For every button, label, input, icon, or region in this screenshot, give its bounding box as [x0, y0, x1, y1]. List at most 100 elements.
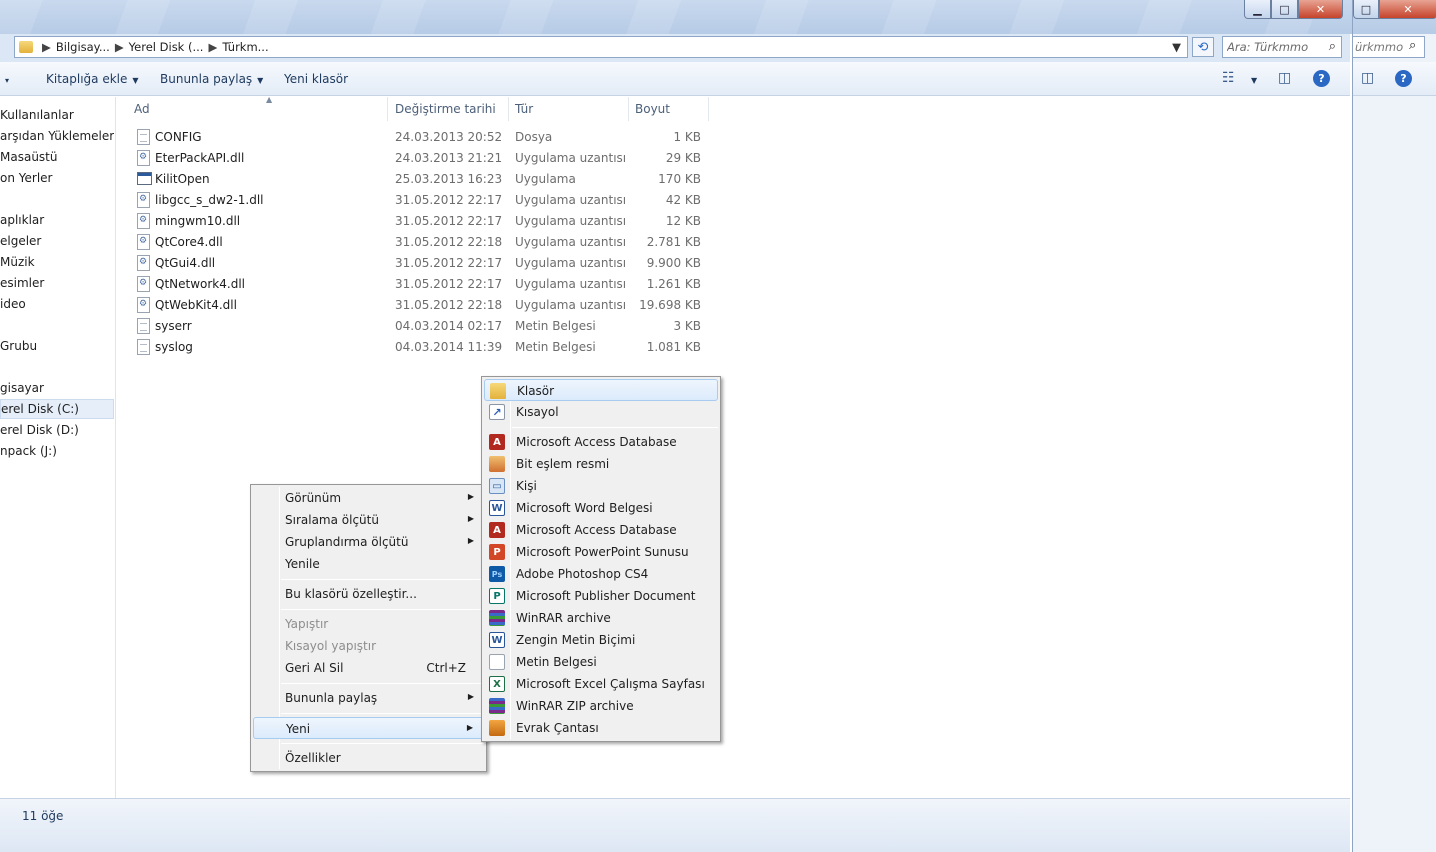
background-close-button[interactable]: ✕ — [1379, 0, 1436, 19]
nav-item-unpack-j[interactable]: npack (J:) — [0, 442, 114, 462]
refresh-button[interactable]: ⟲ — [1192, 37, 1214, 57]
minimize-button[interactable]: ▁ — [1244, 0, 1271, 19]
window-controls: ▁ □ ✕ — [1244, 0, 1343, 20]
menu-item-new-powerpoint[interactable]: P Microsoft PowerPoint Sunusu — [484, 541, 718, 563]
menu-item-new-briefcase[interactable]: Evrak Çantası — [484, 717, 718, 739]
menu-item-new-access-database-2[interactable]: A Microsoft Access Database — [484, 519, 718, 541]
menu-item-share-with[interactable]: Bununla paylaş ▶ — [253, 687, 484, 709]
menu-item-new-access-database[interactable]: A Microsoft Access Database — [484, 431, 718, 453]
nav-item-local-disk-d[interactable]: erel Disk (D:) — [0, 421, 114, 441]
nav-item-videos[interactable]: ideo — [0, 295, 114, 315]
chevron-right-icon[interactable]: ▶ — [42, 40, 51, 54]
menu-item-new-text-document[interactable]: Metin Belgesi — [484, 651, 718, 673]
text-file-icon — [137, 339, 150, 355]
submenu-arrow-icon: ▶ — [467, 692, 474, 701]
menu-item-refresh[interactable]: Yenile — [253, 553, 484, 575]
background-maximize-button[interactable]: □ — [1353, 0, 1379, 19]
help-icon[interactable]: ? — [1313, 70, 1330, 87]
new-folder-button[interactable]: Yeni klasör — [284, 72, 348, 86]
maximize-button[interactable]: □ — [1271, 0, 1298, 19]
add-to-library-button[interactable]: Kitaplığa ekle ▼ — [46, 72, 139, 86]
menu-item-new-bitmap[interactable]: Bit eşlem resmi — [484, 453, 718, 475]
navigation-pane[interactable]: Kullanılanlar arşıdan Yüklemeler Masaüst… — [0, 97, 116, 798]
menu-item-new[interactable]: Yeni ▶ — [253, 717, 484, 739]
address-dropdown-icon[interactable]: ▼ — [1172, 40, 1181, 54]
file-row[interactable]: syslog 04.03.2014 11:39 Metin Belgesi 1.081… — [131, 337, 711, 358]
menu-item-new-publisher[interactable]: P Microsoft Publisher Document — [484, 585, 718, 607]
preview-pane-icon[interactable]: ◫ — [1361, 70, 1374, 86]
file-row[interactable]: QtWebKit4.dll31.05.2012 22:18Uygulama uz… — [131, 295, 711, 316]
menu-item-new-shortcut[interactable]: ↗ Kısayol — [484, 401, 718, 423]
menu-item-customize-folder[interactable]: Bu klasörü özelleştir... — [253, 583, 484, 605]
menu-separator — [512, 427, 718, 428]
nav-item-desktop[interactable]: Masaüstü — [0, 148, 114, 168]
column-header-size[interactable]: Boyut — [629, 97, 709, 121]
submenu-arrow-icon: ▶ — [466, 723, 473, 732]
window-title-bar[interactable] — [0, 0, 1436, 34]
menu-item-paste-shortcut[interactable]: Kısayol yapıştır — [253, 635, 484, 657]
rtf-icon: W — [489, 632, 505, 648]
organize-dropdown-arrow[interactable]: ▾ — [0, 72, 9, 86]
chevron-right-icon[interactable]: ▶ — [115, 40, 124, 54]
file-row[interactable]: QtCore4.dll31.05.2012 22:18Uygulama uzan… — [131, 232, 711, 253]
nav-item-computer[interactable]: gisayar — [0, 379, 114, 399]
menu-item-undo-delete[interactable]: Geri Al Sil Ctrl+Z — [253, 657, 484, 679]
search-input[interactable] — [1227, 38, 1319, 56]
menu-item-new-folder[interactable]: Klasör — [484, 379, 718, 401]
view-options-icon[interactable]: ☷ — [1222, 70, 1235, 86]
nav-item-libraries[interactable]: aplıklar — [0, 211, 114, 231]
address-bar[interactable]: ▶ Bilgisay... ▶ Yerel Disk (... ▶ Türkm.… — [14, 36, 1188, 58]
chevron-right-icon[interactable]: ▶ — [208, 40, 217, 54]
file-row[interactable]: CONFIG 24.03.2013 20:52 Dosya 1 KB — [131, 127, 711, 148]
menu-item-view[interactable]: Görünüm ▶ — [253, 487, 484, 509]
nav-item-favorites[interactable]: Kullanılanlar — [0, 106, 114, 126]
file-row[interactable]: libgcc_s_dw2-1.dll31.05.2012 22:17Uygula… — [131, 190, 711, 211]
nav-item-documents[interactable]: elgeler — [0, 232, 114, 252]
nav-item-pictures[interactable]: esimler — [0, 274, 114, 294]
column-header-type[interactable]: Tür — [509, 97, 629, 121]
file-row[interactable]: QtNetwork4.dll31.05.2012 22:17Uygulama u… — [131, 274, 711, 295]
close-button[interactable]: ✕ — [1298, 0, 1343, 19]
menu-item-new-winrar-zip[interactable]: WinRAR ZIP archive — [484, 695, 718, 717]
nav-item-downloads[interactable]: arşıdan Yüklemeler — [0, 127, 114, 147]
nav-item-homegroup[interactable]: Grubu — [0, 337, 114, 357]
menu-item-new-rtf[interactable]: W Zengin Metin Biçimi — [484, 629, 718, 651]
file-row[interactable]: EterPackAPI.dll24.03.2013 21:21Uygulama … — [131, 148, 711, 169]
share-with-button[interactable]: Bununla paylaş ▼ — [160, 72, 263, 86]
view-dropdown-arrow[interactable]: ▼ — [1246, 72, 1257, 86]
menu-item-group-by[interactable]: Gruplandırma ölçütü ▶ — [253, 531, 484, 553]
nav-item-music[interactable]: Müzik — [0, 253, 114, 273]
nav-item-recent-places[interactable]: on Yerler — [0, 169, 114, 189]
submenu-arrow-icon: ▶ — [467, 492, 474, 501]
breadcrumb-local-disk[interactable]: Yerel Disk (... — [129, 40, 204, 54]
menu-separator — [281, 609, 484, 610]
menu-item-new-winrar[interactable]: WinRAR archive — [484, 607, 718, 629]
new-submenu: Klasör ↗ Kısayol A Microsoft Access Databa… — [481, 376, 721, 742]
search-icon[interactable]: ⌕ — [1409, 38, 1416, 53]
menu-item-new-contact[interactable]: ▭ Kişi — [484, 475, 718, 497]
publisher-icon: P — [489, 588, 505, 604]
column-header-date-modified[interactable]: Değiştirme tarihi — [389, 97, 509, 121]
dll-file-icon — [137, 192, 150, 208]
file-icon — [137, 129, 150, 145]
preview-pane-icon[interactable]: ◫ — [1278, 70, 1291, 86]
menu-item-new-word-document[interactable]: W Microsoft Word Belgesi — [484, 497, 718, 519]
file-row[interactable]: syserr 04.03.2014 02:17 Metin Belgesi 3 KB — [131, 316, 711, 337]
search-box[interactable]: ⌕ — [1222, 36, 1342, 58]
search-icon[interactable]: ⌕ — [1329, 39, 1336, 54]
background-window: □ ✕ ürkmmo ⌕ ◫ ? — [1352, 0, 1436, 852]
menu-item-paste[interactable]: Yapıştır — [253, 613, 484, 635]
file-row[interactable]: mingwm10.dll31.05.2012 22:17Uygulama uza… — [131, 211, 711, 232]
file-row[interactable]: KilitOpen 25.03.2013 16:23 Uygulama 170 KB — [131, 169, 711, 190]
column-header-name[interactable]: Ad ▲ — [128, 95, 388, 121]
file-row[interactable]: QtGui4.dll31.05.2012 22:17Uygulama uzant… — [131, 253, 711, 274]
dll-file-icon — [137, 276, 150, 292]
menu-item-sort-by[interactable]: Sıralama ölçütü ▶ — [253, 509, 484, 531]
breadcrumb-current-folder[interactable]: Türkm... — [222, 40, 268, 54]
nav-item-local-disk-c[interactable]: erel Disk (C:) — [0, 399, 114, 419]
menu-item-properties[interactable]: Özellikler — [253, 747, 484, 769]
breadcrumb-computer[interactable]: Bilgisay... — [56, 40, 110, 54]
help-icon[interactable]: ? — [1395, 70, 1412, 87]
menu-item-new-excel[interactable]: X Microsoft Excel Çalışma Sayfası — [484, 673, 718, 695]
menu-item-new-photoshop[interactable]: Ps Adobe Photoshop CS4 — [484, 563, 718, 585]
